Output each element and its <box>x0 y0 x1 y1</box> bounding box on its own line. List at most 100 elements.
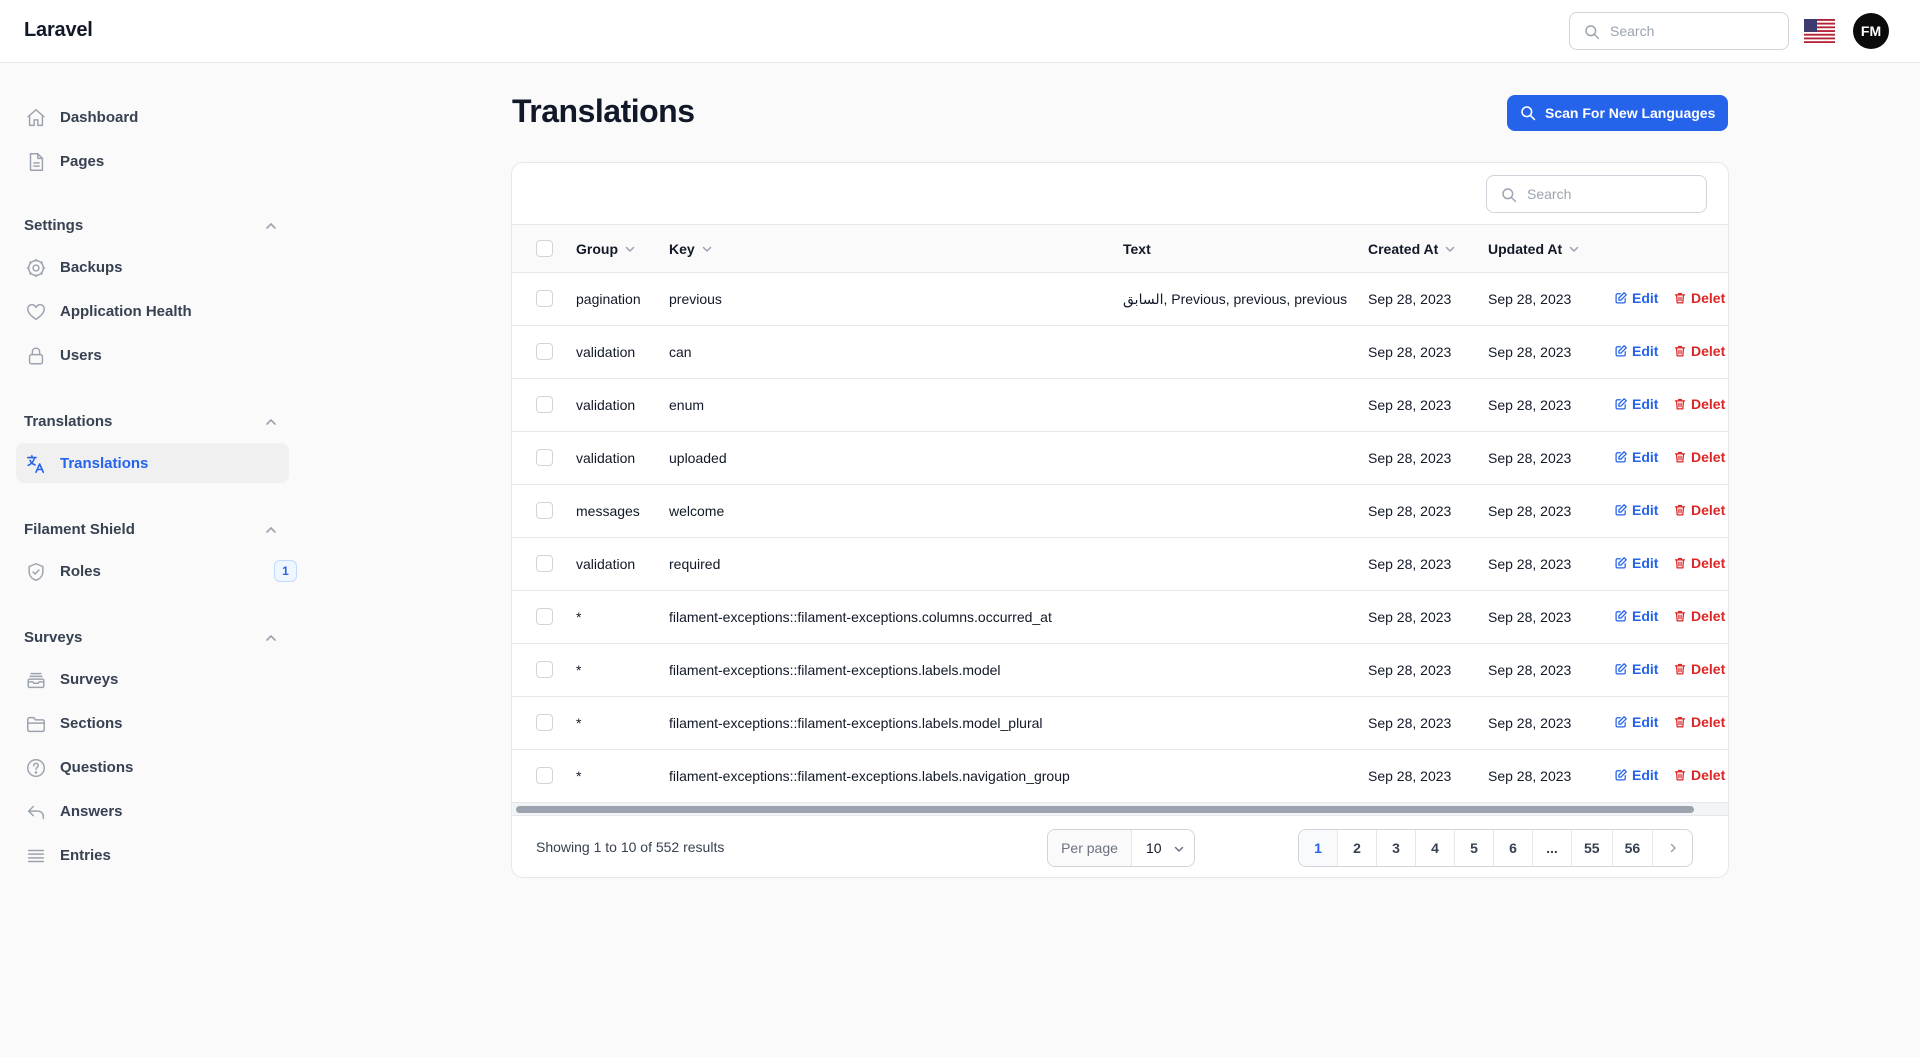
sidebar-item-translations[interactable]: Translations <box>16 443 289 483</box>
sidebar-item-label: Surveys <box>60 671 119 688</box>
edit-button[interactable]: Edit <box>1614 661 1658 677</box>
pencil-square-icon <box>1615 769 1627 781</box>
sidebar: Dashboard Pages Settings Backups Applica… <box>0 63 300 1057</box>
delete-button[interactable]: Delet <box>1673 767 1725 783</box>
delete-button[interactable]: Delet <box>1673 608 1725 624</box>
row-checkbox[interactable] <box>536 449 553 466</box>
edit-button[interactable]: Edit <box>1614 343 1658 359</box>
row-checkbox[interactable] <box>536 608 553 625</box>
us-flag-icon[interactable] <box>1804 19 1835 43</box>
cell-updated-at: Sep 28, 2023 <box>1488 768 1572 784</box>
sidebar-item-answers[interactable]: Answers <box>16 791 289 831</box>
select-all-checkbox[interactable] <box>536 240 553 257</box>
sidebar-item-dashboard[interactable]: Dashboard <box>16 97 289 137</box>
sidebar-item-questions[interactable]: Questions <box>16 747 289 787</box>
table-row[interactable]: * filament-exceptions::filament-exception… <box>512 644 1728 697</box>
table-row[interactable]: * filament-exceptions::filament-exception… <box>512 591 1728 644</box>
sidebar-item-entries[interactable]: Entries <box>16 835 289 875</box>
page-button[interactable]: 1 <box>1299 830 1338 866</box>
table-row[interactable]: * filament-exceptions::filament-exception… <box>512 697 1728 750</box>
horizontal-scrollbar[interactable] <box>512 802 1728 816</box>
row-checkbox[interactable] <box>536 661 553 678</box>
chevron-up-icon[interactable] <box>264 631 278 645</box>
sidebar-item-application-health[interactable]: Application Health <box>16 291 289 331</box>
cell-updated-at: Sep 28, 2023 <box>1488 556 1572 572</box>
group-label-filament-shield[interactable]: Filament Shield <box>24 521 135 538</box>
table-row[interactable]: validation enum Sep 28, 2023 Sep 28, 2023 Ed… <box>512 379 1728 432</box>
page-title: Translations <box>512 93 695 129</box>
scan-for-new-languages-button[interactable]: Scan For New Languages <box>1507 95 1728 131</box>
table-row[interactable]: pagination previous السابق, Previous, prev… <box>512 273 1728 326</box>
edit-button[interactable]: Edit <box>1614 555 1658 571</box>
page-button[interactable]: 4 <box>1416 830 1455 866</box>
table-row[interactable]: messages welcome Sep 28, 2023 Sep 28, 2023 E… <box>512 485 1728 538</box>
delete-button[interactable]: Delet <box>1673 449 1725 465</box>
row-checkbox[interactable] <box>536 343 553 360</box>
pencil-square-icon <box>1615 663 1627 675</box>
chevron-up-icon[interactable] <box>264 523 278 537</box>
sidebar-item-pages[interactable]: Pages <box>16 141 289 181</box>
delete-button[interactable]: Delet <box>1673 396 1725 412</box>
chevron-down-icon <box>1446 246 1455 253</box>
table-row[interactable]: * filament-exceptions::filament-exception… <box>512 750 1728 803</box>
row-checkbox[interactable] <box>536 555 553 572</box>
global-search[interactable] <box>1569 12 1789 50</box>
cell-group: messages <box>576 503 640 519</box>
column-header-created-at[interactable]: Created At <box>1368 241 1456 257</box>
row-checkbox[interactable] <box>536 767 553 784</box>
cell-key: filament-exceptions::filament-exceptions… <box>669 662 1001 678</box>
delete-button[interactable]: Delet <box>1673 714 1725 730</box>
shield-check-icon <box>28 563 44 581</box>
pencil-square-icon <box>1615 292 1627 304</box>
column-header-key[interactable]: Key <box>669 241 713 257</box>
delete-button[interactable]: Delet <box>1673 502 1725 518</box>
chevron-up-icon[interactable] <box>264 415 278 429</box>
table-row[interactable]: validation uploaded Sep 28, 2023 Sep 28, 20… <box>512 432 1728 485</box>
per-page-select[interactable]: Per page 10 <box>1047 829 1195 867</box>
cell-group: validation <box>576 344 636 360</box>
table-search-input[interactable] <box>1527 184 1697 204</box>
page-button[interactable]: 56 <box>1613 830 1654 866</box>
table-row[interactable]: validation can Sep 28, 2023 Sep 28, 2023 Edi… <box>512 326 1728 379</box>
group-label-settings[interactable]: Settings <box>24 217 83 234</box>
brand-logo[interactable]: Laravel <box>24 19 93 42</box>
edit-button[interactable]: Edit <box>1614 396 1658 412</box>
row-checkbox[interactable] <box>536 290 553 307</box>
sidebar-item-surveys[interactable]: Surveys <box>16 659 289 699</box>
edit-button[interactable]: Edit <box>1614 290 1658 306</box>
page-button[interactable]: 2 <box>1338 830 1377 866</box>
page-button[interactable]: 3 <box>1377 830 1416 866</box>
scrollbar-thumb[interactable] <box>516 806 1694 813</box>
delete-button[interactable]: Delet <box>1673 661 1725 677</box>
sidebar-item-roles[interactable]: Roles 1 <box>16 551 297 591</box>
table-search[interactable] <box>1486 175 1707 213</box>
delete-button[interactable]: Delet <box>1673 343 1725 359</box>
edit-button[interactable]: Edit <box>1614 714 1658 730</box>
delete-button[interactable]: Delet <box>1673 555 1725 571</box>
user-avatar[interactable]: FM <box>1853 13 1889 49</box>
group-label-translations[interactable]: Translations <box>24 413 112 430</box>
table-row[interactable]: validation required Sep 28, 2023 Sep 28, 20… <box>512 538 1728 591</box>
page-button[interactable]: 5 <box>1455 830 1494 866</box>
edit-button[interactable]: Edit <box>1614 449 1658 465</box>
page-button[interactable]: 6 <box>1494 830 1533 866</box>
edit-button[interactable]: Edit <box>1614 502 1658 518</box>
group-label-surveys[interactable]: Surveys <box>24 629 82 646</box>
column-header-updated-at[interactable]: Updated At <box>1488 241 1580 257</box>
chevron-up-icon[interactable] <box>264 219 278 233</box>
page-button[interactable]: 55 <box>1572 830 1613 866</box>
per-page-value: 10 <box>1146 840 1162 856</box>
global-search-input[interactable] <box>1610 21 1780 41</box>
delete-button[interactable]: Delet <box>1673 290 1725 306</box>
row-checkbox[interactable] <box>536 502 553 519</box>
edit-button[interactable]: Edit <box>1614 767 1658 783</box>
sidebar-item-backups[interactable]: Backups <box>16 247 289 287</box>
sidebar-item-sections[interactable]: Sections <box>16 703 289 743</box>
column-header-group[interactable]: Group <box>576 241 636 257</box>
pencil-square-icon <box>1615 610 1627 622</box>
row-checkbox[interactable] <box>536 714 553 731</box>
sidebar-item-users[interactable]: Users <box>16 335 289 375</box>
row-checkbox[interactable] <box>536 396 553 413</box>
edit-button[interactable]: Edit <box>1614 608 1658 624</box>
next-page-button[interactable] <box>1653 830 1692 866</box>
